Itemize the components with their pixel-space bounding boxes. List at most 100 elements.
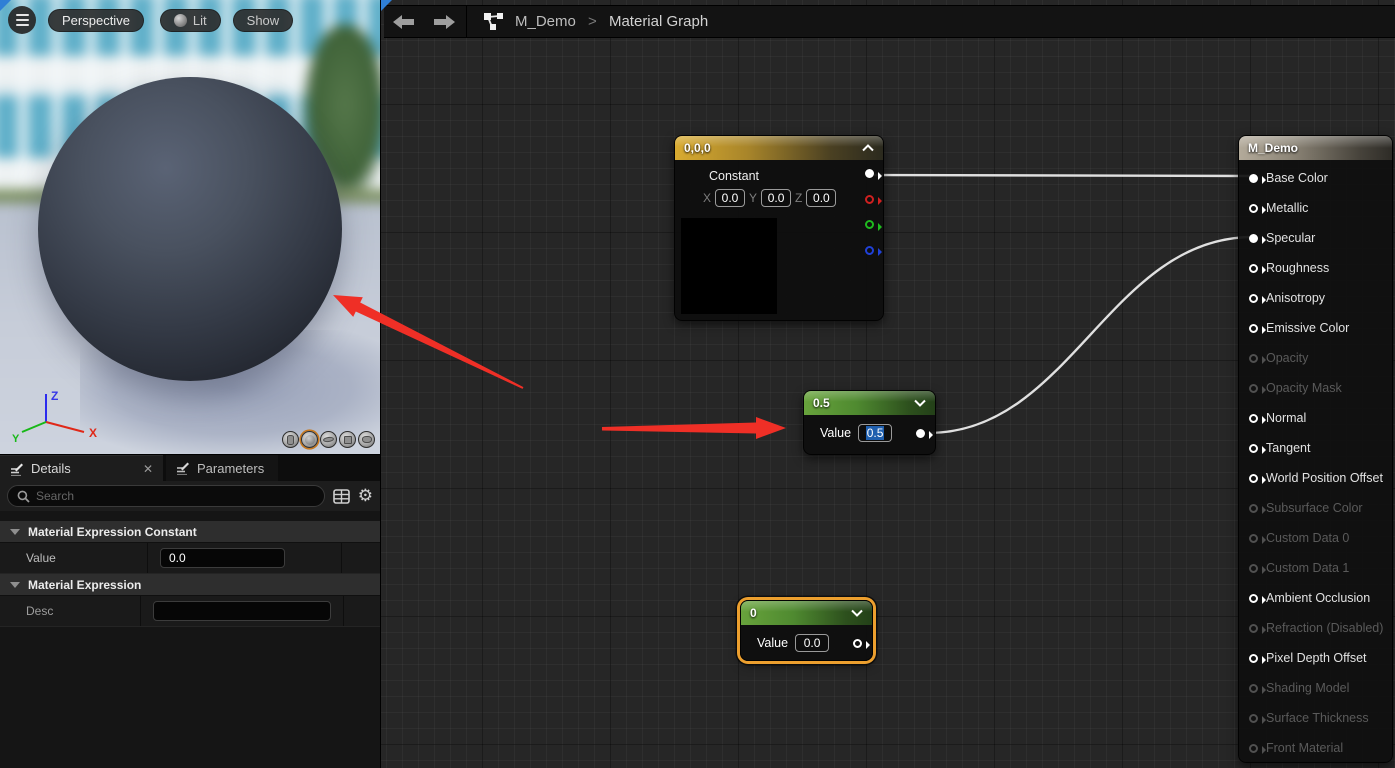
pixel-depth-offset-input-pin-icon[interactable] — [1249, 654, 1258, 663]
preview-viewport-panel[interactable]: Perspective Lit Show Z X Y — [0, 0, 380, 455]
back-button[interactable] — [384, 14, 424, 30]
constant3-node[interactable]: 0,0,0 Constant X 0.0 Y 0.0 Z 0.0 — [674, 135, 884, 321]
x-input[interactable]: 0.0 — [715, 189, 745, 207]
search-input[interactable] — [36, 489, 315, 503]
forward-arrow-icon — [432, 14, 456, 30]
show-label: Show — [247, 13, 280, 28]
material-output-row: Refraction (Disabled) — [1239, 613, 1392, 643]
node-title: 0,0,0 — [684, 141, 711, 155]
roughness-input-pin-icon[interactable] — [1249, 264, 1258, 273]
viewport-menu-button[interactable] — [8, 6, 36, 34]
refraction-disabled-input-pin-icon[interactable] — [1249, 624, 1258, 633]
property-row-desc: Desc — [0, 596, 380, 627]
mesh-preview-cube-button[interactable] — [339, 431, 356, 448]
scalar-zero-value-row: Value 0.0 — [741, 625, 872, 661]
pin-label: Metallic — [1266, 201, 1308, 215]
ambient-occlusion-input-pin-icon[interactable] — [1249, 594, 1258, 603]
r-output-pin-icon[interactable] — [865, 195, 874, 204]
pin-label: Anisotropy — [1266, 291, 1325, 305]
section-material-expression-constant[interactable]: Material Expression Constant — [0, 521, 380, 543]
node-title: 0.5 — [813, 396, 830, 410]
back-arrow-icon — [392, 14, 416, 30]
perspective-button[interactable]: Perspective — [48, 9, 144, 32]
scalar-zero-node-header[interactable]: 0 — [741, 601, 872, 625]
world-position-offset-input-pin-icon[interactable] — [1249, 474, 1258, 483]
value-label: Value — [820, 426, 851, 440]
scalar-output-pin-icon[interactable] — [853, 639, 862, 648]
scalar-half-node[interactable]: 0.5 Value 0.5 — [803, 390, 936, 455]
constant3-color-preview — [681, 218, 777, 314]
axis-z-label: Z — [51, 389, 58, 403]
panel-corner-marker — [381, 0, 392, 11]
custom-data-1-input-pin-icon[interactable] — [1249, 564, 1258, 573]
shading-model-input-pin-icon[interactable] — [1249, 684, 1258, 693]
pin-label: Normal — [1266, 411, 1306, 425]
material-output-row: Normal — [1239, 403, 1392, 433]
subsurface-color-input-pin-icon[interactable] — [1249, 504, 1258, 513]
opacity-input-pin-icon[interactable] — [1249, 354, 1258, 363]
material-output-row: Roughness — [1239, 253, 1392, 283]
cube-icon — [344, 436, 352, 444]
axis-gizmo: Z X Y — [10, 386, 102, 446]
specular-input-pin-icon[interactable] — [1249, 234, 1258, 243]
metallic-input-pin-icon[interactable] — [1249, 204, 1258, 213]
breadcrumb-asset[interactable]: M_Demo — [515, 13, 576, 30]
b-output-pin-icon[interactable] — [865, 246, 874, 255]
y-input[interactable]: 0.0 — [761, 189, 791, 207]
show-menu-button[interactable]: Show — [233, 9, 294, 32]
desc-field[interactable] — [153, 601, 331, 621]
scalar-half-node-header[interactable]: 0.5 — [804, 391, 935, 415]
cylinder-icon — [287, 435, 294, 445]
tab-parameters[interactable]: Parameters — [166, 455, 278, 481]
y-label: Y — [749, 191, 757, 205]
emissive-color-input-pin-icon[interactable] — [1249, 324, 1258, 333]
material-result-node-header[interactable]: M_Demo — [1239, 136, 1392, 160]
breadcrumb-separator-icon: > — [588, 13, 597, 30]
mesh-preview-sphere-button[interactable] — [301, 431, 318, 448]
g-output-pin-icon[interactable] — [865, 220, 874, 229]
tab-details[interactable]: Details ✕ — [0, 455, 163, 481]
mesh-preview-cylinder-button[interactable] — [282, 431, 299, 448]
section-material-expression[interactable]: Material Expression — [0, 574, 380, 596]
tab-details-label: Details — [31, 461, 71, 476]
collapse-chevron-down-icon[interactable] — [914, 399, 926, 407]
pin-label: Shading Model — [1266, 681, 1349, 695]
collapse-chevron-down-icon[interactable] — [851, 609, 863, 617]
preview-mesh-buttons — [282, 431, 375, 448]
pin-label: Roughness — [1266, 261, 1329, 275]
settings-gear-icon[interactable]: ⚙ — [358, 486, 373, 506]
constant3-node-header[interactable]: 0,0,0 — [675, 136, 883, 160]
normal-input-pin-icon[interactable] — [1249, 414, 1258, 423]
scalar-output-pin-icon[interactable] — [916, 429, 925, 438]
tangent-input-pin-icon[interactable] — [1249, 444, 1258, 453]
section-collapse-icon — [10, 529, 20, 535]
value-input[interactable]: 0.5 — [858, 424, 892, 442]
value-field[interactable] — [160, 548, 285, 568]
custom-data-0-input-pin-icon[interactable] — [1249, 534, 1258, 543]
lit-mode-button[interactable]: Lit — [160, 9, 221, 32]
tab-close-icon[interactable]: ✕ — [143, 462, 153, 476]
forward-button[interactable] — [424, 14, 464, 30]
details-search-row: ⚙ — [0, 481, 380, 511]
axis-x-label: X — [89, 426, 97, 440]
value-input[interactable]: 0.0 — [795, 634, 829, 652]
z-input[interactable]: 0.0 — [806, 189, 836, 207]
tab-parameters-label: Parameters — [197, 461, 264, 476]
collapse-chevron-up-icon[interactable] — [862, 144, 874, 152]
front-material-input-pin-icon[interactable] — [1249, 744, 1258, 753]
mesh-preview-teapot-button[interactable] — [358, 431, 375, 448]
lit-sphere-icon — [174, 14, 187, 27]
material-graph-panel[interactable]: M_Demo > Material Graph 0,0,0 Constant X… — [380, 0, 1395, 768]
scalar-zero-node-selected[interactable]: 0 Value 0.0 — [740, 600, 873, 661]
anisotropy-input-pin-icon[interactable] — [1249, 294, 1258, 303]
rgb-output-pin-icon[interactable] — [865, 169, 874, 178]
opacity-mask-input-pin-icon[interactable] — [1249, 384, 1258, 393]
display-filter-icon[interactable] — [333, 489, 350, 504]
search-box[interactable] — [7, 485, 325, 507]
mesh-preview-plane-button[interactable] — [320, 431, 337, 448]
base-color-input-pin-icon[interactable] — [1249, 174, 1258, 183]
material-result-node[interactable]: M_Demo Base ColorMetallicSpecularRoughne… — [1238, 135, 1393, 763]
sphere-icon — [305, 435, 315, 445]
surface-thickness-input-pin-icon[interactable] — [1249, 714, 1258, 723]
preview-sphere[interactable] — [38, 77, 342, 381]
